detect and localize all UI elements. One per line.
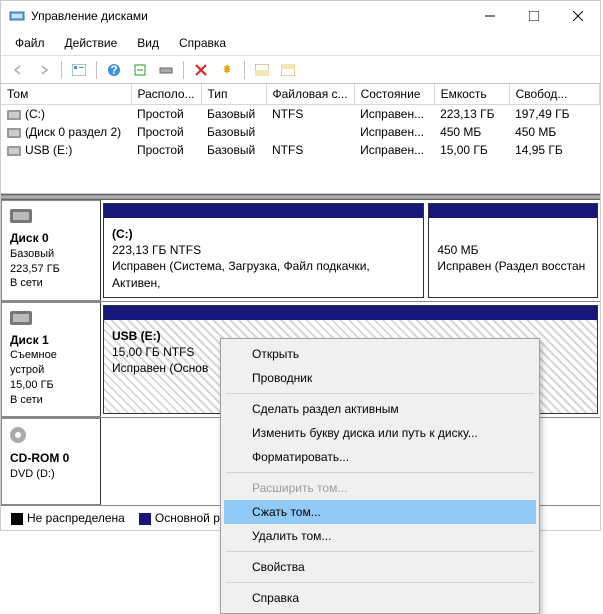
svg-text:?: ? bbox=[110, 63, 117, 77]
connect-button[interactable] bbox=[155, 59, 177, 81]
volume-icon bbox=[7, 128, 21, 138]
legend-primary-swatch bbox=[139, 513, 151, 525]
help-button[interactable]: ? bbox=[103, 59, 125, 81]
menu-view[interactable]: Вид bbox=[129, 33, 167, 53]
menu-file[interactable]: Файл bbox=[7, 33, 53, 53]
menu-separator bbox=[226, 582, 534, 583]
back-button[interactable] bbox=[7, 59, 29, 81]
col-fs[interactable]: Файловая с... bbox=[266, 84, 354, 105]
toolbar: ? bbox=[1, 56, 600, 84]
titlebar: Управление дисками bbox=[1, 1, 600, 31]
menu-help[interactable]: Справка bbox=[171, 33, 234, 53]
layout2-button[interactable] bbox=[277, 59, 299, 81]
window-title: Управление дисками bbox=[31, 9, 468, 23]
menu-item[interactable]: Открыть bbox=[224, 342, 536, 366]
col-layout[interactable]: Располо... bbox=[131, 84, 201, 105]
disk-header[interactable]: CD-ROM 0DVD (D:) bbox=[1, 418, 101, 505]
volume-table: Том Располо... Тип Файловая с... Состоян… bbox=[1, 84, 600, 194]
col-capacity[interactable]: Емкость bbox=[434, 84, 509, 105]
delete-button[interactable] bbox=[190, 59, 212, 81]
col-volume[interactable]: Том bbox=[1, 84, 131, 105]
volume-icon bbox=[7, 110, 21, 120]
disk-header[interactable]: Диск 0Базовый223,57 ГБВ сети bbox=[1, 200, 101, 301]
table-row[interactable]: (C:)ПростойБазовыйNTFSИсправен...223,13 … bbox=[1, 105, 600, 124]
col-status[interactable]: Состояние bbox=[354, 84, 434, 105]
volume-icon bbox=[7, 146, 21, 156]
menu-item[interactable]: Проводник bbox=[224, 366, 536, 390]
properties-button[interactable] bbox=[216, 59, 238, 81]
disk-header[interactable]: Диск 1Съемное устрой15,00 ГБВ сети bbox=[1, 302, 101, 417]
col-type[interactable]: Тип bbox=[201, 84, 266, 105]
maximize-button[interactable] bbox=[512, 1, 556, 31]
menu-item[interactable]: Удалить том... bbox=[224, 524, 536, 548]
menu-item[interactable]: Сжать том... bbox=[224, 500, 536, 524]
menu-item[interactable]: Изменить букву диска или путь к диску... bbox=[224, 421, 536, 445]
menu-separator bbox=[226, 393, 534, 394]
disk-icon bbox=[10, 209, 32, 223]
menu-item[interactable]: Свойства bbox=[224, 555, 536, 579]
cd-icon bbox=[10, 427, 26, 443]
menu-item[interactable]: Форматировать... bbox=[224, 445, 536, 469]
menu-item: Расширить том... bbox=[224, 476, 536, 500]
app-icon bbox=[9, 8, 25, 24]
menu-separator bbox=[226, 472, 534, 473]
menubar: Файл Действие Вид Справка bbox=[1, 31, 600, 56]
menu-separator bbox=[226, 551, 534, 552]
menu-action[interactable]: Действие bbox=[57, 33, 126, 53]
layout1-button[interactable] bbox=[251, 59, 273, 81]
legend-unallocated-label: Не распределена bbox=[27, 511, 125, 525]
table-row[interactable]: (Диск 0 раздел 2)ПростойБазовыйИсправен.… bbox=[1, 123, 600, 141]
forward-button[interactable] bbox=[33, 59, 55, 81]
menu-item[interactable]: Справка bbox=[224, 586, 536, 610]
minimize-button[interactable] bbox=[468, 1, 512, 31]
col-free[interactable]: Свобод... bbox=[509, 84, 599, 105]
legend-primary-label: Основной р bbox=[155, 511, 220, 525]
refresh-button[interactable] bbox=[129, 59, 151, 81]
disk-icon bbox=[10, 311, 32, 325]
close-button[interactable] bbox=[556, 1, 600, 31]
partition[interactable]: 450 МБИсправен (Раздел восстан bbox=[428, 203, 598, 298]
menu-item[interactable]: Сделать раздел активным bbox=[224, 397, 536, 421]
table-row[interactable]: USB (E:)ПростойБазовыйNTFSИсправен...15,… bbox=[1, 141, 600, 159]
context-menu: ОткрытьПроводник Сделать раздел активнымИ… bbox=[220, 338, 540, 614]
partition[interactable]: (C:)223,13 ГБ NTFSИсправен (Система, Заг… bbox=[103, 203, 424, 298]
disk-row: Диск 0Базовый223,57 ГБВ сети(C:)223,13 Г… bbox=[1, 200, 600, 302]
legend-unallocated-swatch bbox=[11, 513, 23, 525]
view-button[interactable] bbox=[68, 59, 90, 81]
